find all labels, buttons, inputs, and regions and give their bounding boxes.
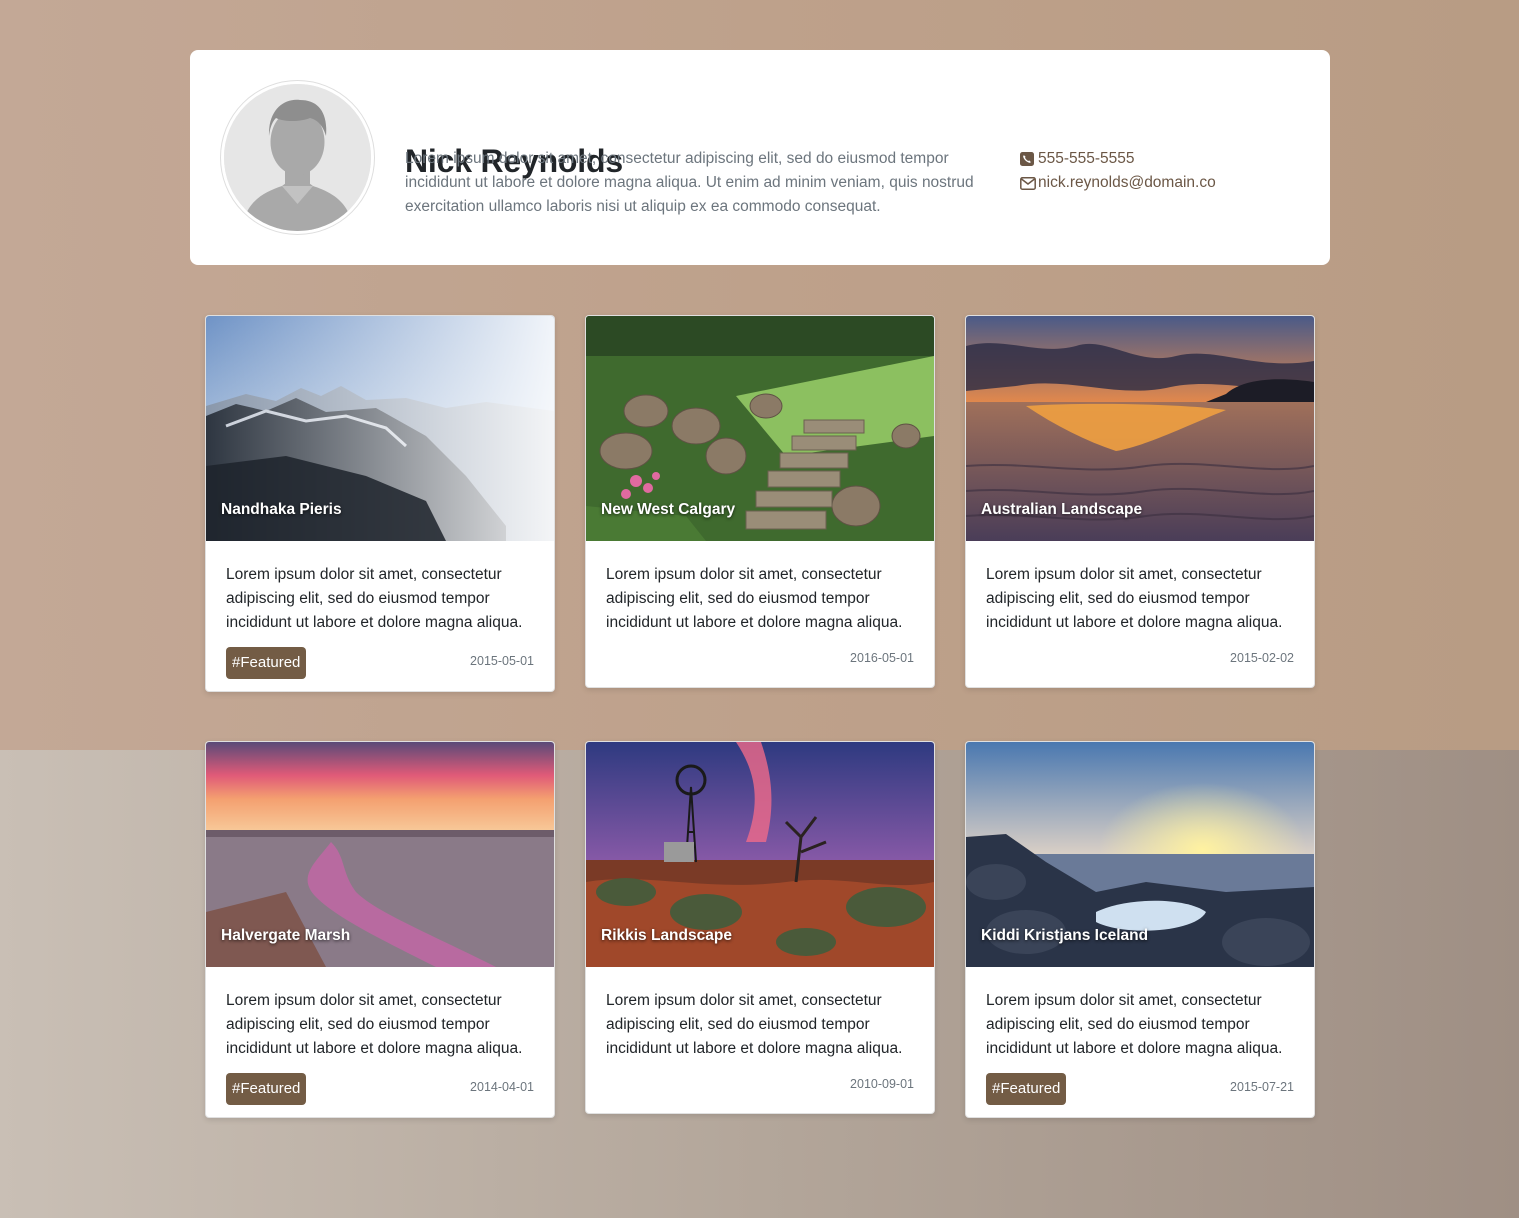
card-image[interactable]: Nandhaka Pieris (206, 316, 554, 541)
featured-tag[interactable]: #Featured (226, 647, 307, 679)
phone-number[interactable]: 555-555-5555 (1038, 147, 1135, 171)
featured-tag[interactable]: #Featured (226, 1073, 307, 1105)
card-text: Lorem ipsum dolor sit amet, consectetur … (986, 992, 1283, 1057)
gallery-card[interactable]: New West Calgary Lorem ipsum dolor sit a… (585, 315, 935, 688)
envelope-icon (1020, 176, 1038, 190)
card-image[interactable]: Halvergate Marsh (206, 742, 554, 967)
email-row: nick.reynolds@domain.co (1020, 171, 1310, 195)
card-title: Rikkis Landscape (601, 927, 732, 944)
contact-info: 555-555-5555 nick.reynolds@domain.co (1020, 147, 1310, 195)
card-date: 2015-02-02 (1230, 651, 1294, 665)
phone-square-icon (1020, 152, 1038, 166)
card-image[interactable]: Rikkis Landscape (586, 742, 934, 967)
email-address[interactable]: nick.reynolds@domain.co (1038, 171, 1216, 195)
card-text: Lorem ipsum dolor sit amet, consectetur … (986, 566, 1283, 631)
gallery-card[interactable]: Nandhaka Pieris Lorem ipsum dolor sit am… (205, 315, 555, 692)
gallery-card[interactable]: Halvergate Marsh Lorem ipsum dolor sit a… (205, 741, 555, 1118)
card-title: Kiddi Kristjans Iceland (981, 927, 1149, 944)
card-text: Lorem ipsum dolor sit amet, consectetur … (226, 992, 523, 1057)
gallery-card[interactable]: Rikkis Landscape Lorem ipsum dolor sit a… (585, 741, 935, 1114)
profile-card: Nick Reynolds Lorem ipsum dolor sit amet… (190, 50, 1330, 265)
card-image[interactable]: Kiddi Kristjans Iceland (966, 742, 1314, 967)
card-date: 2015-05-01 (470, 654, 534, 668)
card-image[interactable]: Australian Landscape (966, 316, 1314, 541)
user-silhouette-icon (224, 84, 371, 231)
profile-bio: Lorem ipsum dolor sit amet, consectetur … (405, 150, 974, 215)
card-date: 2016-05-01 (850, 651, 914, 665)
gallery-card[interactable]: Kiddi Kristjans Iceland Lorem ipsum dolo… (965, 741, 1315, 1118)
phone-row: 555-555-5555 (1020, 147, 1310, 171)
card-text: Lorem ipsum dolor sit amet, consectetur … (606, 992, 903, 1057)
card-date: 2014-04-01 (470, 1080, 534, 1094)
card-date: 2015-07-21 (1230, 1080, 1294, 1094)
avatar (220, 80, 375, 235)
card-title: Nandhaka Pieris (221, 501, 342, 518)
card-title: Halvergate Marsh (221, 927, 351, 944)
card-date: 2010-09-01 (850, 1077, 914, 1091)
card-text: Lorem ipsum dolor sit amet, consectetur … (606, 566, 903, 631)
card-title: Australian Landscape (981, 501, 1143, 518)
card-title: New West Calgary (601, 501, 736, 518)
featured-tag[interactable]: #Featured (986, 1073, 1067, 1105)
gallery-card[interactable]: Australian Landscape Lorem ipsum dolor s… (965, 315, 1315, 688)
card-image[interactable]: New West Calgary (586, 316, 934, 541)
card-text: Lorem ipsum dolor sit amet, consectetur … (226, 566, 523, 631)
